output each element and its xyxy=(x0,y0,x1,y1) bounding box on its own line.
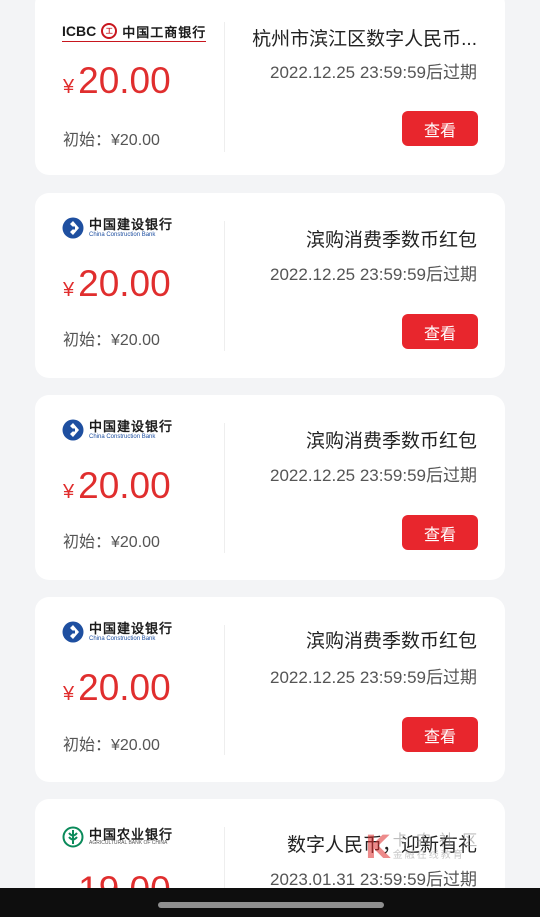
coupon-card: 中国建设银行 China Construction Bank ¥20.00 初始… xyxy=(35,193,505,378)
coupon-title: 滨购消费季数币红包 xyxy=(305,431,477,452)
bank-name: 中国建设银行 xyxy=(89,621,174,637)
expire-time: 2023.01.31 23:59:59后过期 xyxy=(270,870,477,889)
bank-logo: 中国农业银行 AGRICULTURAL BANK OF CHINA xyxy=(62,824,173,850)
currency-symbol: ¥ xyxy=(63,279,75,301)
watermark: K 卡 农 社 区 金融在线教育 xyxy=(365,828,479,866)
bank-logo: 中国建设银行 China Construction Bank xyxy=(62,619,173,645)
bank-name: 中国工商银行 xyxy=(122,24,207,40)
initial-amount: 初始：¥20.00 xyxy=(63,534,160,551)
logo-underline xyxy=(62,41,207,42)
icbc-logo-latin: ICBC xyxy=(62,23,97,39)
initial-amount: 初始：¥20.00 xyxy=(63,737,160,754)
bank-name-en: China Construction Bank xyxy=(89,433,156,440)
coupon-amount: ¥20.00 xyxy=(63,60,171,102)
bank-name-en: China Construction Bank xyxy=(89,231,156,238)
currency-symbol: ¥ xyxy=(63,683,75,705)
coupon-title: 滨购消费季数币红包 xyxy=(305,631,477,652)
coupon-card: 中国建设银行 China Construction Bank ¥20.00 初始… xyxy=(35,395,505,580)
coupon-amount: ¥20.00 xyxy=(63,263,171,305)
amount-value: 20.00 xyxy=(78,465,171,506)
abc-logo-icon xyxy=(62,826,84,848)
coupon-card: 中国建设银行 China Construction Bank ¥20.00 初始… xyxy=(35,597,505,782)
bank-name-en: China Construction Bank xyxy=(89,635,156,642)
bank-name: 中国建设银行 xyxy=(89,217,174,233)
bank-name-en: AGRICULTURAL BANK OF CHINA xyxy=(89,840,168,847)
ccb-logo-icon xyxy=(62,419,84,441)
divider xyxy=(224,625,225,755)
view-button[interactable]: 查看 xyxy=(402,111,478,146)
watermark-logo-icon: K xyxy=(365,828,390,866)
bank-name: 中国农业银行 xyxy=(89,826,174,842)
expire-time: 2022.12.25 23:59:59后过期 xyxy=(270,265,477,284)
icbc-logo-icon: 工 xyxy=(101,23,118,39)
coupon-amount: ¥20.00 xyxy=(63,465,171,507)
expire-time: 2022.12.25 23:59:59后过期 xyxy=(270,63,477,82)
amount-value: 20.00 xyxy=(78,263,171,304)
watermark-title: 卡 农 社 区 xyxy=(392,832,480,850)
divider xyxy=(224,221,225,351)
bank-logo: 中国建设银行 China Construction Bank xyxy=(62,417,173,443)
view-button[interactable]: 查看 xyxy=(402,515,478,550)
home-indicator[interactable] xyxy=(158,902,384,908)
view-button[interactable]: 查看 xyxy=(402,717,478,752)
bank-name: 中国建设银行 xyxy=(89,419,174,435)
expire-time: 2022.12.25 23:59:59后过期 xyxy=(270,668,477,687)
coupon-title: 杭州市滨江区数字人民币... xyxy=(252,29,477,50)
coupon-left-panel: 中国建设银行 China Construction Bank ¥20.00 初始… xyxy=(35,597,225,782)
currency-symbol: ¥ xyxy=(63,76,75,98)
divider xyxy=(224,423,225,553)
initial-amount: 初始：¥20.00 xyxy=(63,332,160,349)
coupon-card: ICBC 工 中国工商银行 ¥20.00 初始：¥20.00 杭州市滨江区数字人… xyxy=(35,0,505,175)
amount-value: 20.00 xyxy=(78,667,171,708)
ccb-logo-icon xyxy=(62,217,84,239)
coupon-amount: ¥20.00 xyxy=(63,667,171,709)
coupon-title: 滨购消费季数币红包 xyxy=(305,230,477,251)
expire-time: 2022.12.25 23:59:59后过期 xyxy=(270,466,477,485)
ccb-logo-icon xyxy=(62,621,84,643)
initial-amount: 初始：¥20.00 xyxy=(63,132,160,149)
divider xyxy=(224,22,225,152)
watermark-subtitle: 金融在线教育 xyxy=(392,849,465,861)
amount-value: 20.00 xyxy=(78,60,171,101)
coupon-left-panel: 中国建设银行 China Construction Bank ¥20.00 初始… xyxy=(35,193,225,378)
bank-logo: ICBC 工 中国工商银行 xyxy=(62,20,207,42)
coupon-left-panel: ICBC 工 中国工商银行 ¥20.00 初始：¥20.00 xyxy=(35,0,225,175)
currency-symbol: ¥ xyxy=(63,481,75,503)
coupon-left-panel: 中国建设银行 China Construction Bank ¥20.00 初始… xyxy=(35,395,225,580)
bank-logo: 中国建设银行 China Construction Bank xyxy=(62,215,173,241)
view-button[interactable]: 查看 xyxy=(402,314,478,349)
